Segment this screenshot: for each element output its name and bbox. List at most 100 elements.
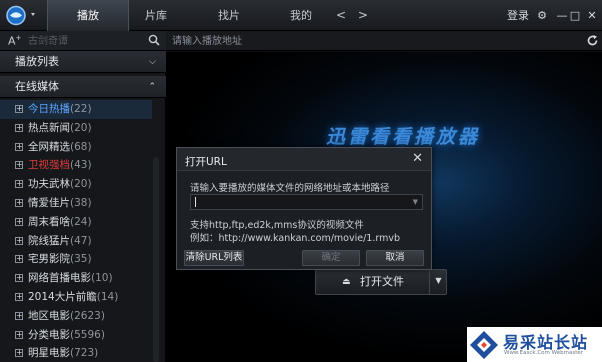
list-item[interactable]: + 功夫武林(20) [0,175,152,194]
dialog-hint-protocols: 支持http,ftp,ed2k,mms协议的视频文件 [190,220,364,231]
list-item[interactable]: +2014大片前瞻(14) [0,288,152,307]
ok-button[interactable]: 确定 [302,250,360,266]
text-caret [195,197,196,207]
chevron-down-icon[interactable]: ▼ [413,198,418,206]
open-file-label: 打开文件 [360,275,404,288]
list-item[interactable]: + 宅男影院(35) [0,250,152,269]
cancel-button[interactable]: 取消 [366,250,424,266]
list-item[interactable]: + 地区电影(2623) [0,307,152,326]
list-item-count: (10) [91,272,113,285]
list-item-count: (723) [70,347,99,360]
expand-icon[interactable]: + [15,330,23,339]
kankan-player-window: 播放 片库 找片 我的 < > 登录 ⚙ — □ ✕ A+ 播放列表 ⌵ 在线媒… [0,0,602,362]
font-size-button[interactable]: A+ [8,34,21,48]
tab-mine[interactable]: 我的 [278,0,324,31]
expand-icon[interactable]: + [15,236,23,245]
section-online-media[interactable]: 在线媒体 ⌃ [0,76,166,98]
expand-icon[interactable]: + [15,217,23,226]
expand-icon[interactable]: + [15,161,23,170]
list-item-title: 分类电影 [28,328,70,341]
left-panel: A+ 播放列表 ⌵ 在线媒体 ⌃ +今日热播(22)+热点新闻(20)+全网精选… [0,31,166,362]
expand-icon[interactable]: + [15,292,23,301]
list-item-title: 今日热播 [28,103,70,115]
list-item-count: (22) [70,103,92,115]
list-item[interactable]: + 网络首播电影(10) [0,269,152,288]
close-button[interactable]: ✕ [583,0,601,31]
list-item[interactable]: + 周末看啥(24) [0,213,152,232]
list-item-label: 全网精选(68) [28,138,92,157]
list-item-count: (14) [96,290,119,303]
list-item-label: 卫视强档(43) [28,156,92,175]
list-item-title: 热点新闻 [28,121,70,134]
url-input[interactable] [194,196,404,208]
list-item-title: 全网精选 [28,140,70,153]
app-logo-icon[interactable] [4,4,40,27]
search-icon[interactable] [148,34,160,46]
list-item[interactable]: + 卫视强档(43) [0,156,152,175]
expand-icon[interactable]: + [15,349,23,358]
open-file-button[interactable]: ⏏ 打开文件 [315,269,447,295]
expand-icon[interactable]: + [15,180,23,189]
list-item-count: (24) [70,215,92,228]
online-media-list: + 今日热播(22) + 热点新闻(20) + 全网精选(68) + 卫视强档(43) + 功夫武… [0,100,152,362]
tab-play[interactable]: 播放 [47,0,129,31]
clear-url-list-button[interactable]: 清除URL列表 [184,250,244,266]
list-item[interactable]: + 热点新闻(20) [0,119,152,138]
list-item-label: 功夫武林(20) [28,175,92,194]
list-item-count: (68) [70,140,92,153]
list-item[interactable]: + 全网精选(68) [0,138,152,157]
list-item[interactable]: + 情爱佳片(38) [0,194,152,213]
tab-library[interactable]: 片库 [135,0,177,31]
list-item[interactable]: + 明星电影(723) [0,344,152,362]
site-watermark: 易采站长站 Www.Easck.Com Webmaster [467,327,602,362]
dialog-close-icon[interactable]: ✕ [412,151,423,166]
expand-icon[interactable]: + [15,105,23,113]
skin-icon[interactable]: ⚙ [533,0,551,31]
expand-icon[interactable]: + [15,123,23,132]
open-file-dropdown[interactable]: ▼ [429,269,447,295]
tab-find[interactable]: 找片 [206,0,252,31]
open-url-dialog: 打开URL ✕ 请输入要播放的媒体文件的网络地址或本地路径 ▼ 支持http,f… [176,147,432,270]
expand-icon[interactable]: + [15,198,23,207]
search-input[interactable] [28,33,142,49]
list-item-label: 明星电影(723) [28,344,98,362]
title-bar: 播放 片库 找片 我的 < > 登录 ⚙ — □ ✕ [0,0,602,31]
nav-arrows[interactable]: < > [336,0,372,31]
list-scrollbar[interactable] [153,157,159,362]
list-item-label: 分类电影(5596) [28,326,105,345]
maximize-button[interactable]: □ [566,0,584,31]
search-bar: A+ [0,31,166,51]
list-item-label: 院线猛片(47) [28,232,92,251]
list-item[interactable]: + 院线猛片(47) [0,232,152,251]
login-button[interactable]: 登录 [507,0,529,31]
expand-icon[interactable]: + [15,311,23,320]
dialog-title: 打开URL [185,156,227,168]
list-item-label: 网络首播电影(10) [28,269,113,288]
address-input[interactable] [172,33,572,49]
list-item[interactable]: + 今日热播(22) [0,100,152,119]
list-item-count: (2623) [70,309,105,322]
font-button-label: A [8,34,16,48]
expand-icon[interactable]: + [15,142,23,151]
chevron-up-icon: ⌃ [148,82,156,92]
url-combobox[interactable]: ▼ [190,194,423,210]
list-item-label: 周末看啥(24) [28,213,92,232]
list-item-title: 明星电影 [28,347,70,360]
section-playlist[interactable]: 播放列表 ⌵ [0,51,166,73]
list-item-count: (35) [70,253,92,266]
list-item-label: 地区电影(2623) [28,307,105,326]
list-item-title: 网络首播电影 [28,272,91,285]
watermark-logo-icon [470,331,498,359]
section-playlist-label: 播放列表 [15,55,59,68]
refresh-icon[interactable] [586,34,599,47]
list-item-title: 功夫武林 [28,178,70,191]
section-online-label: 在线媒体 [15,80,59,93]
list-item-title: 周末看啥 [28,215,70,228]
list-item[interactable]: + 分类电影(5596) [0,326,152,345]
dialog-hint-example: 例如：http://www.kankan.com/movie/1.rmvb [190,233,401,244]
list-item-title: 宅男影院 [28,253,70,266]
expand-icon[interactable]: + [15,255,23,264]
dialog-body: 请输入要播放的媒体文件的网络地址或本地路径 ▼ 支持http,ftp,ed2k,… [177,170,431,269]
list-item-title: 2014大片前瞻 [28,290,97,303]
expand-icon[interactable]: + [15,274,23,283]
